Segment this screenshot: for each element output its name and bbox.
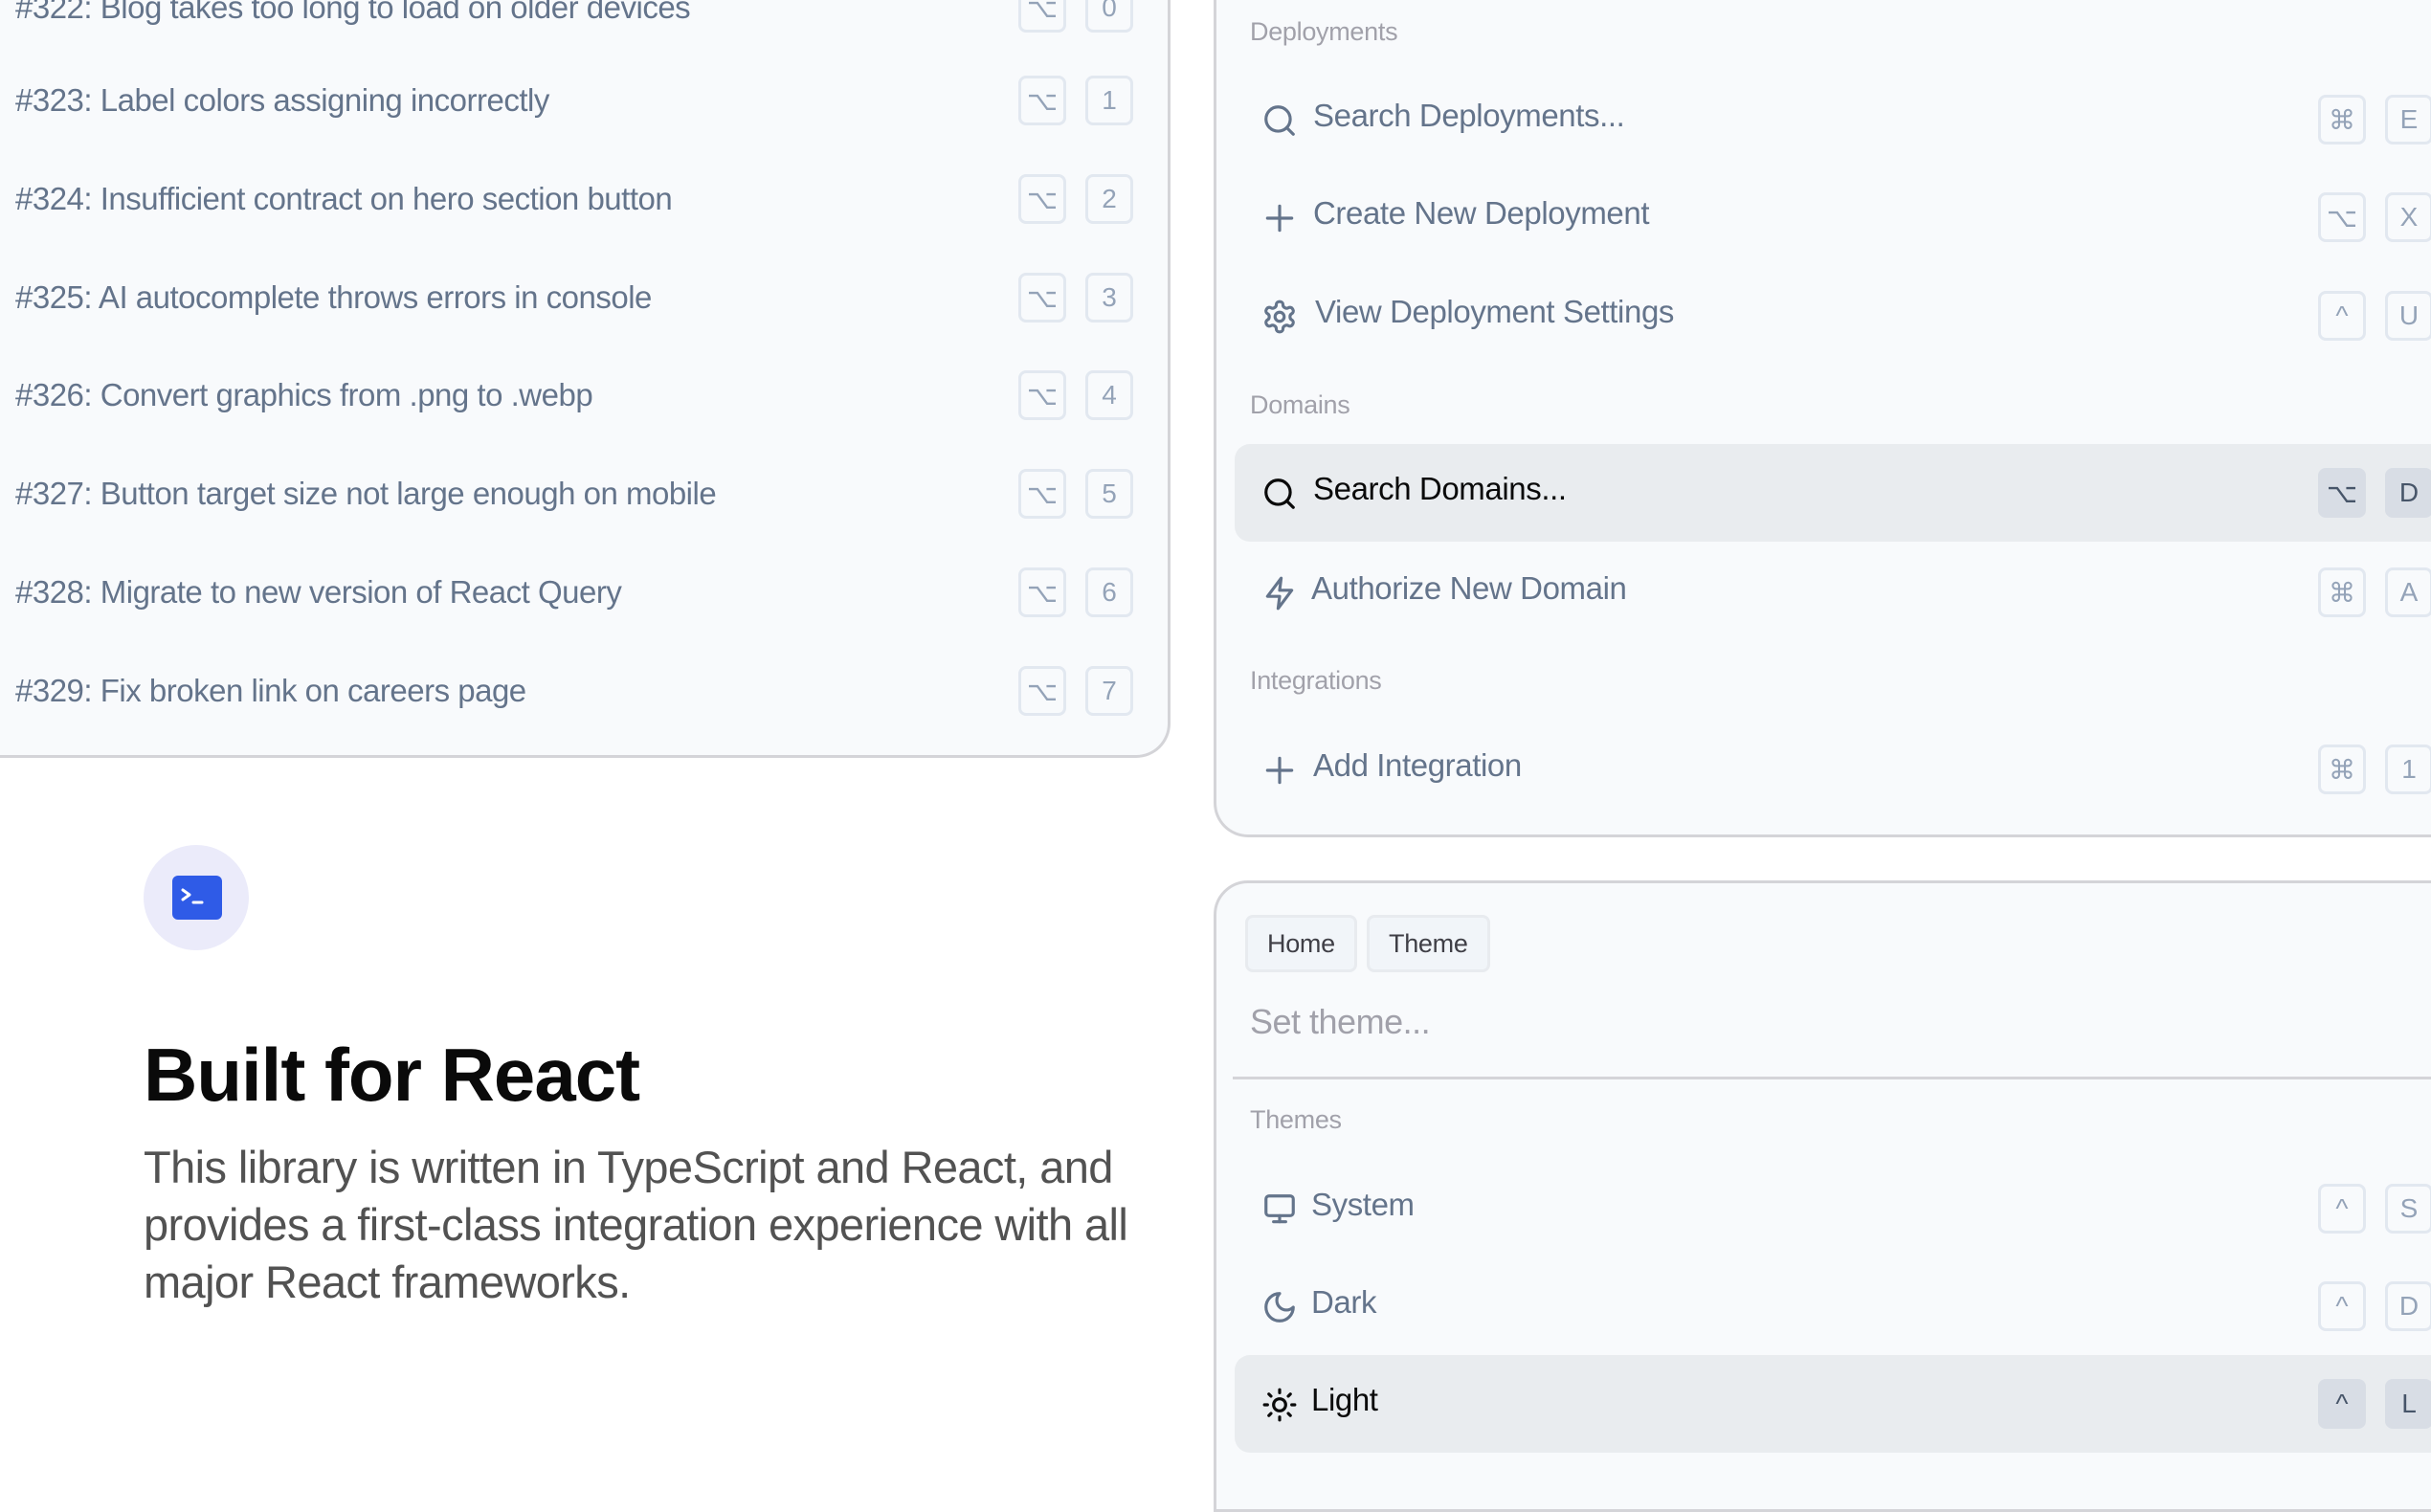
- terminal-icon: [172, 876, 222, 920]
- option-key-badge: ⌥: [1018, 469, 1066, 519]
- option-key-badge: ⌥: [1018, 666, 1066, 716]
- command-search-deployments[interactable]: Search Deployments... ⌘ E: [1235, 71, 2431, 168]
- option-key-badge: ⌥: [1018, 174, 1066, 224]
- theme-option-system[interactable]: System ^ S: [1235, 1160, 2431, 1257]
- breadcrumb-theme[interactable]: Theme: [1367, 915, 1490, 972]
- feature-title: Built for React: [144, 1033, 640, 1117]
- command-label: Authorize New Domain: [1311, 570, 1627, 606]
- shortcut-key-badge: D: [2385, 1281, 2431, 1331]
- theme-search-input[interactable]: [1250, 995, 2398, 1049]
- issue-item[interactable]: #324: Insufficient contract on hero sect…: [0, 161, 1171, 237]
- sun-icon: [1261, 1387, 1298, 1423]
- ctrl-key-badge: ^: [2318, 1184, 2366, 1234]
- issue-label: #327: Button target size not large enoug…: [15, 476, 717, 511]
- ctrl-key-badge: ^: [2318, 291, 2366, 341]
- theme-label: System: [1311, 1187, 1415, 1222]
- issue-item[interactable]: #323: Label colors assigning incorrectly…: [0, 62, 1171, 139]
- shortcut-key-badge: 5: [1085, 469, 1133, 519]
- lightning-icon: [1261, 575, 1298, 611]
- feature-description: This library is written in TypeScript an…: [144, 1142, 1128, 1307]
- theme-option-light[interactable]: Light ^ L: [1235, 1355, 2431, 1453]
- option-key-badge: ⌥: [1018, 0, 1066, 33]
- option-key-badge: ⌥: [1018, 76, 1066, 125]
- shortcut-key-badge: D: [2385, 468, 2431, 518]
- command-search-domains[interactable]: Search Domains... ⌥ D: [1235, 444, 2431, 542]
- issue-label: #326: Convert graphics from .png to .web…: [15, 377, 593, 412]
- theme-label: Light: [1311, 1382, 1378, 1417]
- command-add-integration[interactable]: Add Integration ⌘ 1: [1235, 721, 2431, 818]
- shortcut-key-badge: L: [2385, 1379, 2431, 1429]
- issue-label: #325: AI autocomplete throws errors in c…: [15, 279, 652, 315]
- search-icon: [1261, 476, 1298, 512]
- plus-icon: [1261, 752, 1298, 789]
- group-label-domains: Domains: [1250, 390, 1350, 419]
- input-divider: [1233, 1077, 2431, 1079]
- gear-icon: [1261, 299, 1298, 335]
- cmd-key-badge: ⌘: [2318, 745, 2366, 794]
- issue-label: #328: Migrate to new version of React Qu…: [15, 574, 622, 610]
- plus-icon: [1261, 200, 1298, 236]
- shortcut-key-badge: 4: [1085, 370, 1133, 420]
- command-label: Add Integration: [1313, 747, 1522, 783]
- shortcut-key-badge: U: [2385, 291, 2431, 341]
- cmd-key-badge: ⌘: [2318, 95, 2366, 145]
- moon-icon: [1261, 1289, 1298, 1325]
- shortcut-key-badge: 6: [1085, 567, 1133, 617]
- group-label-themes: Themes: [1250, 1105, 1342, 1134]
- shortcut-key-badge: E: [2385, 95, 2431, 145]
- shortcut-key-badge: 7: [1085, 666, 1133, 716]
- ctrl-key-badge: ^: [2318, 1281, 2366, 1331]
- option-key-badge: ⌥: [1018, 370, 1066, 420]
- shortcut-key-badge: 2: [1085, 174, 1133, 224]
- shortcut-key-badge: A: [2385, 567, 2431, 617]
- command-authorize-domain[interactable]: Authorize New Domain ⌘ A: [1235, 544, 2431, 641]
- breadcrumb-home[interactable]: Home: [1245, 915, 1357, 972]
- cmd-key-badge: ⌘: [2318, 567, 2366, 617]
- command-view-deployment-settings[interactable]: View Deployment Settings ^ U: [1235, 267, 2431, 365]
- shortcut-key-badge: 0: [1085, 0, 1133, 33]
- option-key-badge: ⌥: [2318, 468, 2366, 518]
- shortcut-key-badge: 1: [1085, 76, 1133, 125]
- issue-label: #323: Label colors assigning incorrectly: [15, 82, 549, 118]
- shortcut-key-badge: 1: [2385, 745, 2431, 794]
- shortcut-key-badge: X: [2385, 192, 2431, 242]
- option-key-badge: ⌥: [2318, 192, 2366, 242]
- command-label: View Deployment Settings: [1315, 294, 1674, 329]
- issue-label: #329: Fix broken link on careers page: [15, 673, 526, 708]
- monitor-icon: [1261, 1191, 1298, 1228]
- theme-label: Dark: [1311, 1284, 1377, 1320]
- group-label-integrations: Integrations: [1250, 666, 1382, 695]
- issue-item[interactable]: #328: Migrate to new version of React Qu…: [0, 554, 1171, 631]
- issue-item[interactable]: #322: Blog takes too long to load on old…: [0, 0, 1171, 46]
- shortcut-key-badge: S: [2385, 1184, 2431, 1234]
- command-label: Create New Deployment: [1313, 195, 1650, 231]
- shortcut-key-badge: 3: [1085, 273, 1133, 322]
- issue-item[interactable]: #327: Button target size not large enoug…: [0, 456, 1171, 532]
- command-label: Search Domains...: [1313, 471, 1567, 506]
- feature-icon-badge: [144, 845, 249, 950]
- search-icon: [1261, 102, 1298, 139]
- option-key-badge: ⌥: [1018, 567, 1066, 617]
- group-label-deployments: Deployments: [1250, 17, 1398, 46]
- issue-item[interactable]: #329: Fix broken link on careers page ⌥ …: [0, 653, 1171, 729]
- issue-label: #322: Blog takes too long to load on old…: [15, 0, 691, 25]
- option-key-badge: ⌥: [1018, 273, 1066, 322]
- issue-item[interactable]: #325: AI autocomplete throws errors in c…: [0, 259, 1171, 336]
- issue-label: #324: Insufficient contract on hero sect…: [15, 181, 673, 216]
- command-create-deployment[interactable]: Create New Deployment ⌥ X: [1235, 168, 2431, 266]
- theme-option-dark[interactable]: Dark ^ D: [1235, 1257, 2431, 1355]
- ctrl-key-badge: ^: [2318, 1379, 2366, 1429]
- command-label: Search Deployments...: [1313, 98, 1625, 133]
- issue-item[interactable]: #326: Convert graphics from .png to .web…: [0, 357, 1171, 434]
